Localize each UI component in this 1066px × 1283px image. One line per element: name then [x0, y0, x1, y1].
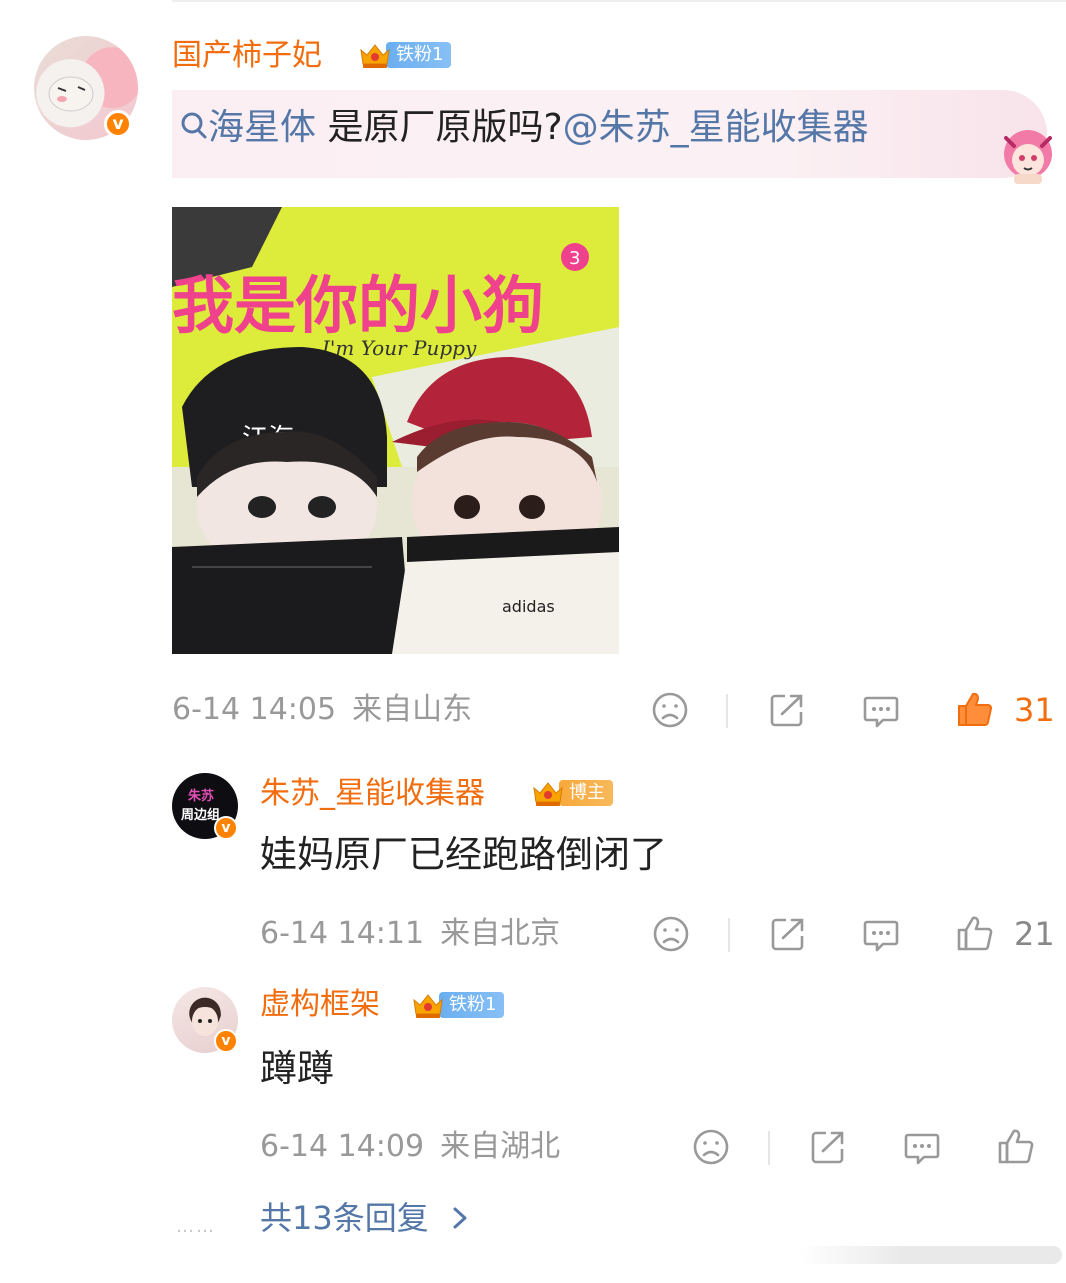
like-icon: [958, 692, 992, 726]
mention-link[interactable]: @朱苏_星能收集器: [563, 107, 869, 148]
photo-subtitle: I'm Your Puppy: [321, 336, 477, 360]
dislike-icon: [652, 692, 688, 728]
comment-button[interactable]: [861, 914, 901, 954]
more-replies-link[interactable]: 共13条回复: [260, 1198, 471, 1238]
comment-image[interactable]: 我是你的小狗 3 I'm Your Puppy 江海 adidas: [172, 207, 619, 654]
photo-title: 我是你的小狗: [172, 269, 544, 342]
fan-badge[interactable]: 铁粉1: [411, 990, 505, 1020]
share-button[interactable]: [808, 1127, 848, 1167]
avatar-face-icon: [48, 76, 94, 112]
location: 来自湖北: [440, 1129, 561, 1164]
like-icon: [998, 1129, 1034, 1164]
like-count: 21: [1014, 915, 1055, 953]
comment-icon: [904, 1133, 940, 1165]
reply-text: 娃妈原厂已经跑路倒闭了: [260, 833, 667, 876]
location: 来自山东: [352, 692, 473, 727]
fan-badge-label: 铁粉1: [386, 42, 452, 68]
comment-icon: [863, 696, 899, 728]
dislike-button[interactable]: [650, 690, 690, 730]
reply-meta: 6-14 14:11 来自北京: [260, 916, 560, 952]
dislike-icon: [653, 916, 689, 952]
share-button[interactable]: [767, 690, 807, 730]
plush-dolls-image: 我是你的小狗 3 I'm Your Puppy 江海 adidas: [172, 207, 619, 654]
timestamp: 6-14 14:05: [172, 692, 337, 727]
chevron-right-icon: [453, 1207, 467, 1229]
dislike-button[interactable]: [691, 1127, 731, 1167]
timestamp: 6-14 14:09: [260, 1129, 425, 1164]
crown-icon: [413, 994, 443, 1018]
verified-icon: v: [214, 1029, 238, 1053]
more-replies-label: 共13条回复: [260, 1199, 429, 1237]
sticker-icon: [1004, 130, 1052, 184]
top-divider: [172, 0, 1066, 2]
like-button[interactable]: [955, 689, 995, 729]
username[interactable]: 国产柿子妃: [172, 38, 322, 74]
more-dots: ……: [176, 1216, 216, 1237]
avatar-text-bottom: 周边组: [181, 807, 220, 823]
fan-badge-label: 铁粉1: [439, 992, 505, 1018]
location: 来自北京: [440, 916, 561, 951]
fan-badge[interactable]: 铁粉1: [358, 40, 452, 70]
comment-button[interactable]: [861, 690, 901, 730]
share-icon: [811, 1131, 844, 1164]
comment-text: 海星体 是原厂原版吗?@朱苏_星能收集器: [180, 104, 869, 152]
like-button[interactable]: [996, 1126, 1036, 1166]
reply-text: 蹲蹲: [260, 1047, 334, 1090]
share-button[interactable]: [768, 914, 808, 954]
crown-icon: [533, 782, 563, 806]
dislike-icon: [693, 1129, 729, 1165]
comment-meta: 6-14 14:05 来自山东: [172, 692, 472, 728]
reply-meta: 6-14 14:09 来自湖北: [260, 1129, 560, 1165]
blogger-badge-label: 博主: [559, 780, 613, 806]
timestamp: 6-14 14:11: [260, 916, 425, 951]
share-icon: [771, 918, 804, 951]
like-icon: [957, 916, 993, 951]
crown-icon: [360, 44, 390, 68]
like-count: 31: [1014, 691, 1055, 729]
action-divider: [728, 918, 730, 952]
dislike-button[interactable]: [651, 914, 691, 954]
action-divider: [768, 1131, 770, 1165]
search-icon: [181, 112, 207, 139]
like-button[interactable]: [955, 913, 995, 953]
photo-jacket-logo: adidas: [502, 597, 555, 616]
scroll-indicator: [800, 1246, 1062, 1264]
reply-username[interactable]: 朱苏_星能收集器: [260, 776, 485, 812]
share-icon: [770, 694, 803, 727]
avatar-text-top: 朱苏: [187, 788, 214, 804]
photo-title-sup: 3: [569, 248, 580, 269]
blogger-badge[interactable]: 博主: [531, 778, 613, 808]
verified-icon: v: [214, 816, 238, 840]
reply-username[interactable]: 虚构框架: [260, 987, 380, 1023]
verified-icon: v: [104, 110, 132, 138]
action-divider: [726, 694, 728, 728]
comment-icon: [863, 920, 899, 952]
comment-button[interactable]: [902, 1127, 942, 1167]
search-keyword-link[interactable]: 海星体: [180, 107, 316, 148]
